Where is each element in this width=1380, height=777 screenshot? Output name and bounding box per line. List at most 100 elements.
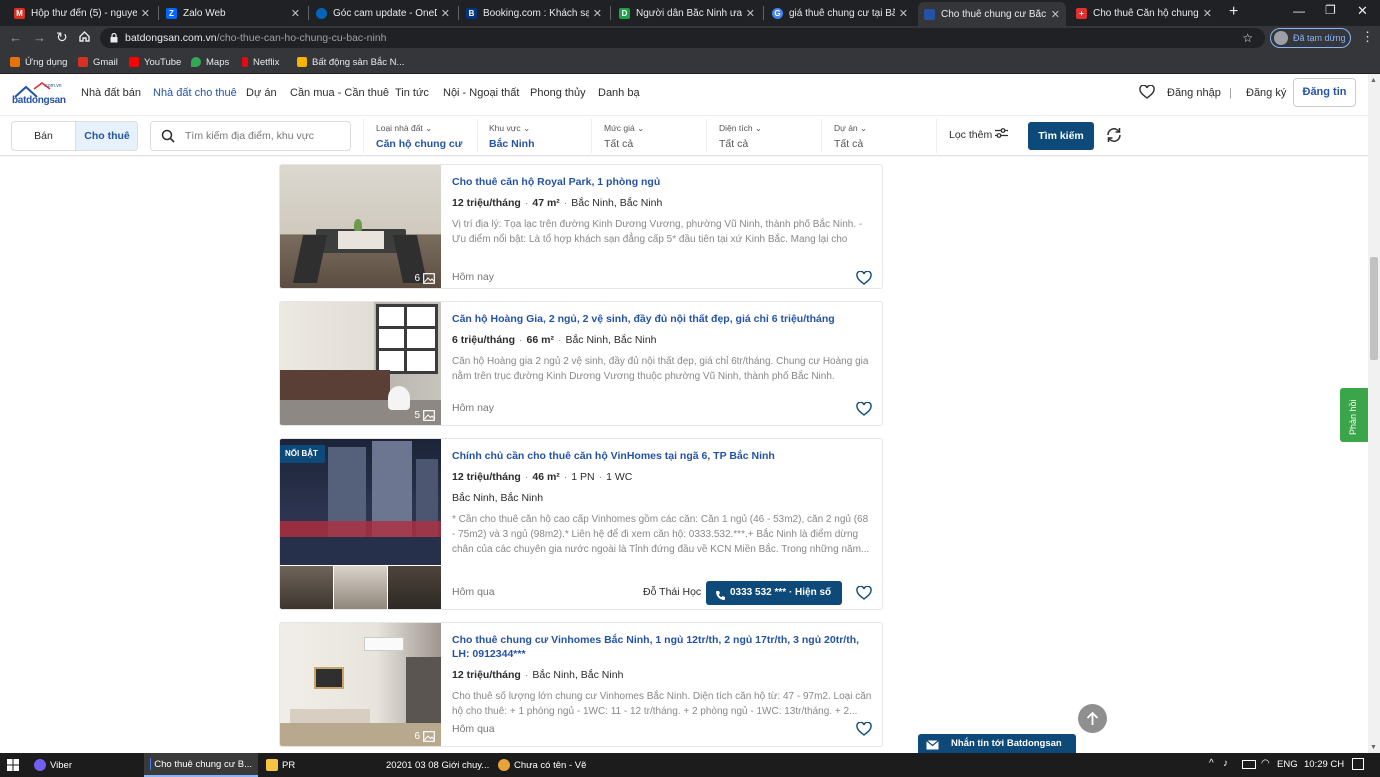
reload-icon[interactable]: ↻: [56, 29, 68, 46]
post-listing-button[interactable]: Đăng tin: [1293, 78, 1356, 107]
bookmark-netflix[interactable]: Netflix: [242, 54, 279, 70]
bookmark-bds[interactable]: Bất động sản Bắc N...: [297, 54, 404, 70]
forward-icon[interactable]: →: [33, 30, 46, 45]
image-icon: [423, 273, 435, 284]
login-link[interactable]: Đăng nhập: [1167, 87, 1221, 99]
browser-tab[interactable]: Z Zalo Web ✕: [160, 2, 306, 24]
search-button[interactable]: Tìm kiếm: [1028, 122, 1094, 150]
agent-name[interactable]: Đỗ Thái Học: [643, 586, 701, 598]
taskbar-item-viber[interactable]: Viber: [28, 753, 142, 777]
listing-title[interactable]: Cho thuê căn hộ Royal Park, 1 phòng ngủ: [452, 175, 872, 189]
taskbar-item-word[interactable]: 20201 03 08 Giới chuy...: [376, 753, 490, 777]
save-heart-icon[interactable]: [856, 401, 872, 416]
close-tab-icon[interactable]: ✕: [899, 7, 908, 20]
speaker-icon[interactable]: ♪: [1223, 758, 1228, 769]
browser-tab[interactable]: + Cho thuê Căn hộ chung cư ✕: [1070, 2, 1218, 24]
nav-item-projects[interactable]: Dự án: [246, 87, 277, 99]
nav-item-fengshui[interactable]: Phong thủy: [530, 87, 586, 99]
close-tab-icon[interactable]: ✕: [1203, 7, 1212, 20]
filter-area[interactable]: Khu vực ⌄ Bắc Ninh: [477, 119, 592, 153]
close-tab-icon[interactable]: ✕: [746, 7, 755, 20]
booking-icon: B: [466, 7, 477, 19]
save-heart-icon[interactable]: [856, 585, 872, 600]
close-tab-icon[interactable]: ✕: [593, 7, 602, 20]
nav-item-directory[interactable]: Danh bạ: [598, 87, 640, 99]
filter-size[interactable]: Diện tích ⌄ Tất cả: [707, 119, 822, 153]
bookmark-gmail[interactable]: Gmail: [78, 54, 118, 70]
nav-item-sell[interactable]: Nhà đất bán: [81, 87, 141, 99]
taskbar-item-paint[interactable]: Chưa có tên - Vẽ: [492, 753, 606, 777]
listing-title[interactable]: Cho thuê chung cư Vinhomes Bắc Ninh, 1 n…: [452, 633, 872, 661]
listing-photo[interactable]: 6: [280, 623, 441, 746]
filter-property-type[interactable]: Loại nhà đất ⌄ Căn hộ chung cư: [363, 119, 478, 153]
notification-icon[interactable]: [1352, 758, 1364, 770]
nav-item-interior[interactable]: Nội - Ngoại thất: [443, 87, 519, 99]
listing-title[interactable]: Chính chủ cần cho thuê căn hộ VinHomes t…: [452, 449, 874, 463]
listing-card[interactable]: 6 Cho thuê chung cư Vinhomes Bắc Ninh, 1…: [279, 622, 883, 747]
language-indicator[interactable]: ENG: [1277, 759, 1298, 770]
browser-tab[interactable]: D Người dân Bắc Ninh ưa chu ✕: [613, 2, 761, 24]
profile-button[interactable]: Đã tạm dừng: [1270, 28, 1351, 48]
back-icon[interactable]: ←: [9, 30, 22, 45]
scroll-up-arrow-icon[interactable]: ▲: [1370, 77, 1377, 84]
browser-tab[interactable]: G giá thuê chung cư tại Bắc N ✕: [766, 2, 914, 24]
feedback-tab[interactable]: Phản hồi: [1340, 388, 1368, 442]
bookmark-maps[interactable]: Maps: [191, 54, 229, 70]
search-input[interactable]: Tìm kiếm địa điểm, khu vực: [150, 121, 351, 151]
restore-icon[interactable]: ❐: [1325, 3, 1336, 17]
browser-tab[interactable]: M Hộp thư đến (5) - nguyenle ✕: [8, 2, 156, 24]
close-window-icon[interactable]: ✕: [1357, 3, 1368, 19]
save-heart-icon[interactable]: [856, 270, 872, 285]
home-icon[interactable]: [78, 30, 91, 46]
scrollbar-thumb[interactable]: [1370, 257, 1378, 360]
nav-item-rent[interactable]: Nhà đất cho thuê: [153, 87, 237, 99]
taskbar-item-folder[interactable]: PR: [260, 753, 374, 777]
windows-start-icon[interactable]: [7, 759, 19, 774]
listing-card[interactable]: 6 Cho thuê căn hộ Royal Park, 1 phòng ng…: [279, 164, 883, 289]
filter-project[interactable]: Dự án ⌄ Tất cả: [822, 119, 937, 153]
nav-item-news[interactable]: Tin tức: [395, 87, 429, 99]
scroll-down-arrow-icon[interactable]: ▼: [1370, 744, 1377, 751]
wifi-icon[interactable]: ◠: [1261, 758, 1270, 769]
scroll-to-top-button[interactable]: [1078, 704, 1107, 733]
browser-tab[interactable]: Góc cam update - OneDrive ✕: [310, 2, 456, 24]
taskbar-item-chrome[interactable]: Cho thuê chung cư B...: [144, 753, 258, 777]
close-tab-icon[interactable]: ✕: [1051, 8, 1060, 21]
clock[interactable]: 10:29 CH: [1304, 759, 1344, 770]
reset-filters-icon[interactable]: [1105, 126, 1123, 147]
browser-tab[interactable]: B Booking.com : Khách sạn ở ✕: [460, 2, 608, 24]
minimize-icon[interactable]: —: [1293, 4, 1305, 18]
battery-icon[interactable]: [1242, 760, 1256, 769]
saved-heart-icon[interactable]: [1139, 84, 1155, 102]
register-link[interactable]: Đăng ký: [1246, 87, 1286, 99]
listing-title[interactable]: Căn hộ Hoàng Gia, 2 ngủ, 2 vệ sinh, đầy …: [452, 312, 872, 326]
listing-card-featured[interactable]: NỔI BẬT 6 Chính chủ cần cho thuê căn hộ …: [279, 438, 883, 610]
tab-sell[interactable]: Bán: [12, 122, 75, 150]
page-scrollbar[interactable]: [1368, 74, 1380, 753]
bookmark-apps[interactable]: Ứng dụng: [10, 54, 67, 70]
close-tab-icon[interactable]: ✕: [291, 7, 300, 20]
close-tab-icon[interactable]: ✕: [441, 7, 450, 20]
bookmark-star-icon[interactable]: ☆: [1242, 28, 1253, 48]
site-logo[interactable]: batdongsan .com.vn: [12, 81, 66, 109]
tab-rent[interactable]: Cho thuê: [75, 122, 137, 150]
new-tab-button[interactable]: +: [1229, 3, 1238, 21]
listing-card[interactable]: 5 Căn hộ Hoàng Gia, 2 ngủ, 2 vệ sinh, đầ…: [279, 301, 883, 426]
show-phone-button[interactable]: 0333 532 *** · Hiện số: [706, 581, 842, 605]
chat-widget-button[interactable]: Nhắn tin tới Batdongsan: [918, 734, 1076, 753]
browser-tab-active[interactable]: Cho thuê chung cư Bắc Ni ✕: [918, 2, 1066, 26]
browser-tab-strip: M Hộp thư đến (5) - nguyenle ✕ Z Zalo We…: [0, 0, 1380, 26]
bookmark-youtube[interactable]: YouTube: [129, 54, 181, 70]
listing-photo[interactable]: 6: [280, 165, 441, 288]
listing-photo[interactable]: 5: [280, 302, 441, 425]
photo-count: 5: [414, 410, 435, 421]
save-heart-icon[interactable]: [856, 721, 872, 736]
more-menu-icon[interactable]: ⋮: [1361, 29, 1374, 45]
close-tab-icon[interactable]: ✕: [141, 7, 150, 20]
filter-price[interactable]: Mức giá ⌄ Tất cả: [592, 119, 707, 153]
nav-item-wanted[interactable]: Cần mua - Cần thuê: [290, 87, 389, 99]
more-filters-button[interactable]: Lọc thêm: [949, 128, 1009, 141]
listing-description: * Cần cho thuê căn hộ cao cấp Vinhomes g…: [452, 514, 870, 555]
address-bar[interactable]: batdongsan.com.vn/cho-thue-can-ho-chung-…: [100, 28, 1265, 48]
tray-chevron-icon[interactable]: ^: [1209, 758, 1214, 769]
